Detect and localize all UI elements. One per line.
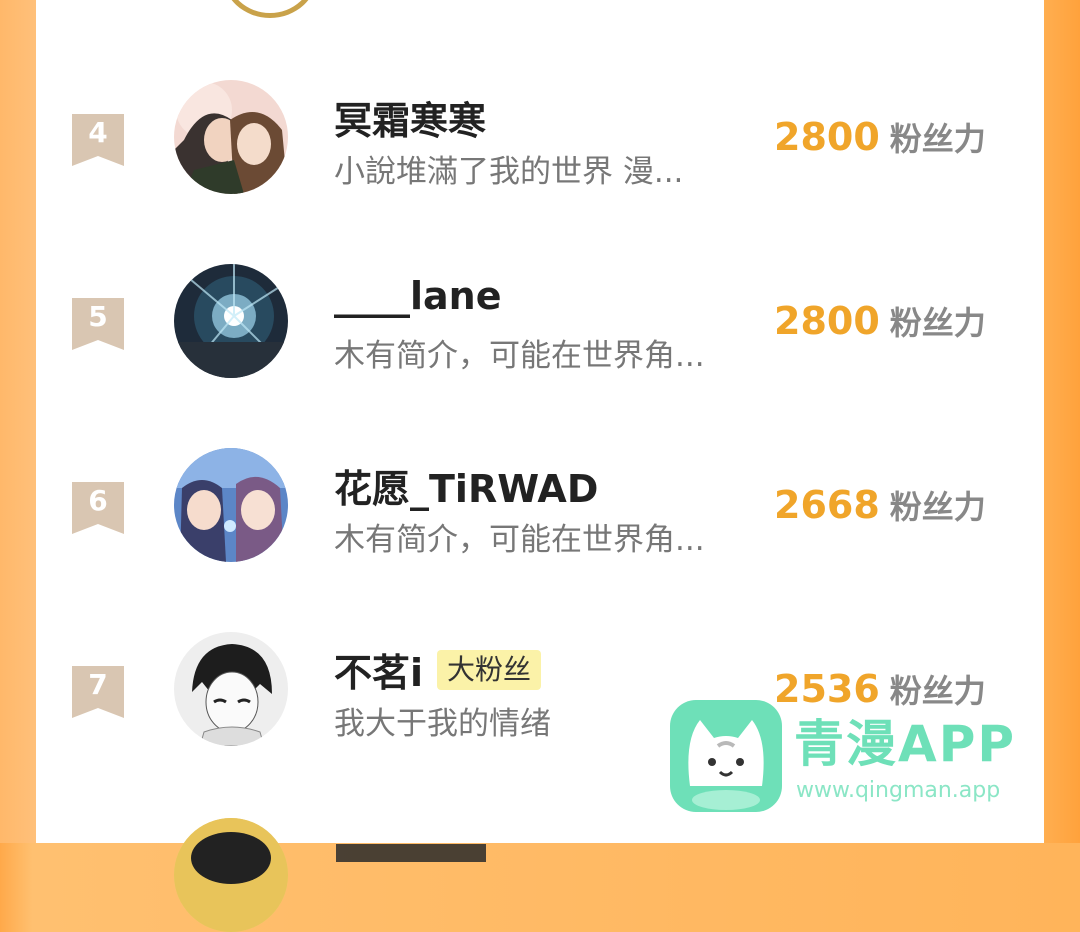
fan-score-value: 2668	[774, 483, 880, 527]
user-name[interactable]: 花愿_TiRWAD	[334, 458, 598, 513]
user-name[interactable]: 冥霜寒寒	[334, 90, 486, 145]
rank-number: 6	[88, 484, 108, 517]
user-bio: 小說堆滿了我的世界 漫...	[334, 154, 684, 190]
rank-badge: 4	[72, 114, 126, 166]
fan-score-label: 粉丝力	[889, 304, 986, 342]
user-bio: 木有简介，可能在世界角...	[334, 338, 705, 374]
previous-avatar-ring	[222, 0, 318, 18]
app-watermark-title: 青漫APP	[794, 715, 1016, 773]
user-name-text: ____lane	[334, 274, 502, 318]
manga-boy-avatar[interactable]	[174, 632, 288, 746]
rank-number: 4	[88, 116, 108, 149]
user-name-text: 不茗i	[334, 651, 424, 695]
fan-score: 2800 粉丝力	[774, 298, 986, 344]
light-burst-avatar[interactable]	[174, 264, 288, 378]
next-row-name-fragment	[334, 822, 494, 862]
list-item[interactable]: 4 冥霜寒寒 小說堆滿了我的世界 漫... 2800 粉丝力	[36, 80, 1044, 230]
rank-badge: 7	[72, 666, 126, 718]
fan-score: 2668 粉丝力	[774, 482, 986, 528]
fan-score-label: 粉丝力	[889, 120, 986, 158]
app-watermark-url: www.qingman.app	[796, 778, 1001, 803]
list-item[interactable]: 5 ____lane 木有简介，可能在世界角... 2800 粉丝力	[36, 264, 1044, 414]
right-orange-frame	[1044, 0, 1080, 843]
rank-badge: 5	[72, 298, 126, 350]
user-name-text: 花愿_TiRWAD	[334, 467, 599, 511]
next-row-avatar[interactable]	[174, 818, 288, 932]
cat-logo-icon	[670, 700, 782, 812]
user-bio: 木有简介，可能在世界角...	[334, 522, 705, 558]
fan-score-value: 2800	[774, 299, 880, 343]
user-name-text: 冥霜寒寒	[334, 99, 487, 143]
user-bio: 我大于我的情绪	[334, 706, 551, 742]
user-name[interactable]: ____lane	[334, 274, 502, 318]
fan-score-label: 粉丝力	[889, 488, 986, 526]
rank-badge: 6	[72, 482, 126, 534]
rank-number: 5	[88, 300, 108, 333]
app-watermark: 青漫APP www.qingman.app	[670, 700, 1040, 818]
fan-score: 2800 粉丝力	[774, 114, 986, 160]
user-name[interactable]: 不茗i 大粉丝	[334, 642, 542, 697]
big-fan-tag: 大粉丝	[437, 649, 542, 690]
anime-pair-avatar[interactable]	[174, 448, 288, 562]
left-orange-frame	[0, 0, 36, 843]
rank-number: 7	[88, 668, 108, 701]
anime-couple-avatar[interactable]	[174, 80, 288, 194]
fan-score-value: 2800	[774, 115, 880, 159]
list-item[interactable]: 6 花愿_TiRWAD 木有简介，可能在世界角... 2668 粉丝力	[36, 448, 1044, 598]
